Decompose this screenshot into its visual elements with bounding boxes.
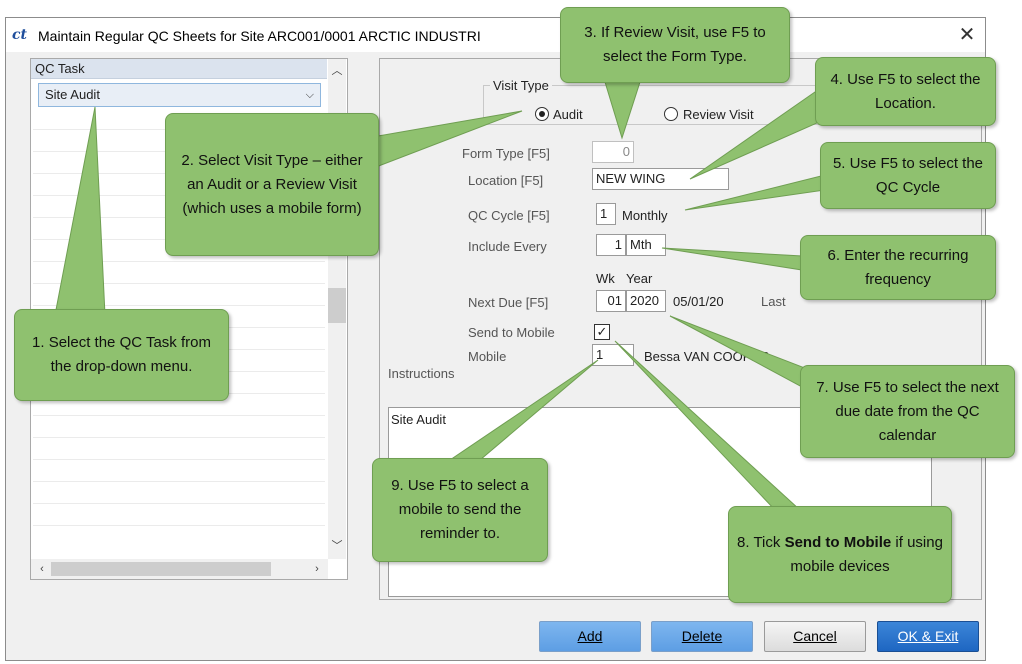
callout-5: 5. Use F5 to select the QC Cycle — [820, 142, 996, 209]
callout-3: 3. If Review Visit, use F5 to select the… — [560, 7, 790, 83]
callout-6: 6. Enter the recurring frequency — [800, 235, 996, 300]
callout-7: 7. Use F5 to select the next due date fr… — [800, 365, 1015, 458]
callout-8-text: 8. Tick Send to Mobile if using mobile d… — [737, 533, 943, 575]
callout-6-pointer — [661, 247, 803, 271]
callout-2-pointer — [354, 110, 523, 176]
callout-1: 1. Select the QC Task from the drop-down… — [14, 309, 229, 401]
callout-2: 2. Select Visit Type – either an Audit o… — [165, 113, 379, 256]
callout-8: 8. Tick Send to Mobile if using mobile d… — [728, 506, 952, 603]
callout-4: 4. Use F5 to select the Location. — [815, 57, 996, 126]
callout-4-pointer — [689, 84, 836, 180]
callout-5-pointer — [684, 174, 826, 211]
callout-9-pointer — [448, 359, 599, 461]
callout-3-pointer — [604, 81, 641, 140]
callout-1-pointer — [54, 106, 106, 316]
callout-9: 9. Use F5 to select a mobile to send the… — [372, 458, 548, 562]
